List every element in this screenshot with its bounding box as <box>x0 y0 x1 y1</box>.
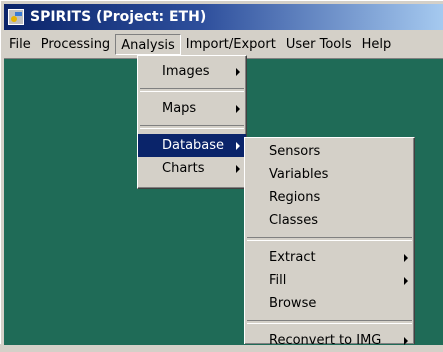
menu-item-browse[interactable]: Browse <box>245 292 414 315</box>
menu-bar: File Processing Analysis Import/Export U… <box>4 33 443 56</box>
menu-item-maps[interactable]: Maps <box>138 97 246 120</box>
menu-item-sensors-label: Sensors <box>269 144 321 159</box>
menu-item-fill[interactable]: Fill <box>245 269 414 292</box>
menu-analysis[interactable]: Analysis <box>115 34 181 55</box>
menu-separator <box>140 88 244 92</box>
spirits-app-icon[interactable] <box>8 9 24 25</box>
menu-item-classes-label: Classes <box>269 213 318 228</box>
menu-file[interactable]: File <box>4 34 36 55</box>
menu-item-regions[interactable]: Regions <box>245 186 414 209</box>
analysis-dropdown: Images Maps Database Charts <box>137 55 247 189</box>
submenu-arrow-icon <box>236 105 240 113</box>
menu-item-reconvert-label: Reconvert to IMG <box>269 333 382 348</box>
menu-item-maps-label: Maps <box>162 101 197 116</box>
menu-item-charts-label: Charts <box>162 161 205 176</box>
menu-separator <box>140 125 244 129</box>
submenu-arrow-icon <box>404 254 408 262</box>
submenu-arrow-icon <box>236 142 240 150</box>
menu-item-charts[interactable]: Charts <box>138 157 246 180</box>
menu-separator <box>247 237 412 241</box>
menu-item-database[interactable]: Database <box>138 134 246 157</box>
menu-item-images[interactable]: Images <box>138 60 246 83</box>
database-submenu: Sensors Variables Regions Classes Extrac… <box>244 137 415 348</box>
menu-item-variables[interactable]: Variables <box>245 163 414 186</box>
submenu-arrow-icon <box>236 165 240 173</box>
submenu-arrow-icon <box>236 68 240 76</box>
submenu-arrow-icon <box>404 277 408 285</box>
menu-item-images-label: Images <box>162 64 210 79</box>
menu-item-reconvert-to-img[interactable]: Reconvert to IMG <box>245 329 414 352</box>
menu-item-database-label: Database <box>162 138 225 153</box>
menu-separator <box>247 320 412 324</box>
title-bar[interactable]: SPIRITS (Project: ETH) <box>4 4 443 30</box>
menu-user-tools[interactable]: User Tools <box>281 34 357 55</box>
menu-help[interactable]: Help <box>357 34 397 55</box>
window-title: SPIRITS (Project: ETH) <box>30 9 207 25</box>
menu-item-extract[interactable]: Extract <box>245 246 414 269</box>
menu-item-sensors[interactable]: Sensors <box>245 140 414 163</box>
menu-item-extract-label: Extract <box>269 250 316 265</box>
menu-item-fill-label: Fill <box>269 273 287 288</box>
menu-processing[interactable]: Processing <box>36 34 115 55</box>
menu-import-export[interactable]: Import/Export <box>181 34 281 55</box>
menu-item-browse-label: Browse <box>269 296 317 311</box>
menu-item-variables-label: Variables <box>269 167 329 182</box>
menu-item-classes[interactable]: Classes <box>245 209 414 232</box>
menu-item-regions-label: Regions <box>269 190 321 205</box>
